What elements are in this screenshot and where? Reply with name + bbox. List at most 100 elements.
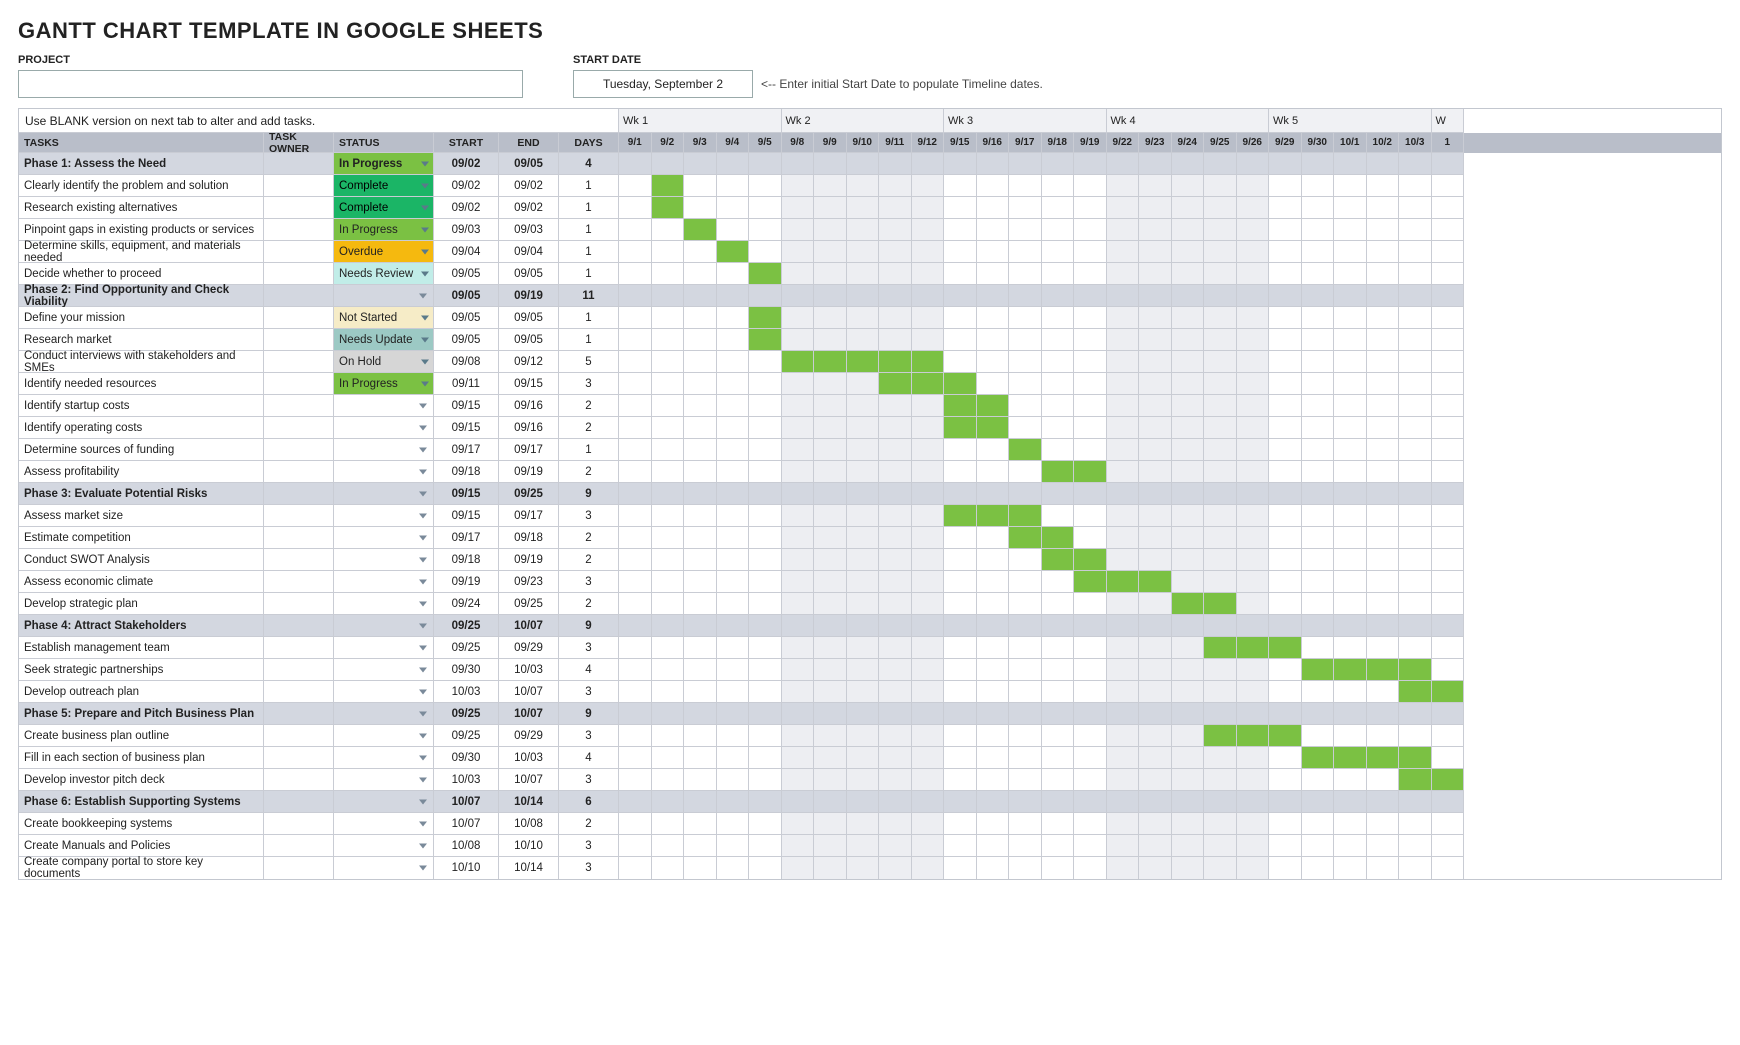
chevron-down-icon[interactable] xyxy=(419,491,427,496)
task-cell[interactable]: Establish management team xyxy=(19,637,264,659)
status-cell[interactable]: Needs Update xyxy=(334,329,434,351)
start-cell[interactable]: 09/15 xyxy=(434,395,499,417)
days-cell[interactable]: 1 xyxy=(559,307,619,329)
end-cell[interactable]: 09/15 xyxy=(499,373,559,395)
end-cell[interactable]: 09/16 xyxy=(499,395,559,417)
end-cell[interactable]: 09/05 xyxy=(499,329,559,351)
task-cell[interactable]: Conduct interviews with stakeholders and… xyxy=(19,351,264,373)
end-cell[interactable]: 09/29 xyxy=(499,725,559,747)
end-cell[interactable]: 09/05 xyxy=(499,153,559,175)
status-dropdown[interactable]: In Progress xyxy=(334,373,433,394)
task-cell[interactable]: Determine sources of funding xyxy=(19,439,264,461)
status-cell[interactable] xyxy=(334,637,434,659)
status-cell[interactable]: In Progress xyxy=(334,373,434,395)
start-cell[interactable]: 09/25 xyxy=(434,615,499,637)
days-cell[interactable]: 1 xyxy=(559,329,619,351)
owner-cell[interactable] xyxy=(264,725,334,747)
days-cell[interactable]: 1 xyxy=(559,219,619,241)
days-cell[interactable]: 9 xyxy=(559,615,619,637)
days-cell[interactable]: 3 xyxy=(559,857,619,879)
status-dropdown[interactable]: Complete xyxy=(334,175,433,196)
days-cell[interactable]: 3 xyxy=(559,637,619,659)
owner-cell[interactable] xyxy=(264,285,334,307)
owner-cell[interactable] xyxy=(264,329,334,351)
days-cell[interactable]: 1 xyxy=(559,263,619,285)
end-cell[interactable]: 10/14 xyxy=(499,857,559,879)
owner-cell[interactable] xyxy=(264,417,334,439)
status-cell[interactable]: Complete xyxy=(334,175,434,197)
start-cell[interactable]: 09/05 xyxy=(434,329,499,351)
owner-cell[interactable] xyxy=(264,263,334,285)
end-cell[interactable]: 09/19 xyxy=(499,285,559,307)
status-dropdown[interactable]: Needs Update xyxy=(334,329,433,350)
end-cell[interactable]: 10/03 xyxy=(499,747,559,769)
days-cell[interactable]: 3 xyxy=(559,571,619,593)
task-cell[interactable]: Create Manuals and Policies xyxy=(19,835,264,857)
task-cell[interactable]: Phase 4: Attract Stakeholders xyxy=(19,615,264,637)
end-cell[interactable]: 09/04 xyxy=(499,241,559,263)
start-cell[interactable]: 09/25 xyxy=(434,725,499,747)
owner-cell[interactable] xyxy=(264,197,334,219)
task-cell[interactable]: Decide whether to proceed xyxy=(19,263,264,285)
task-cell[interactable]: Phase 3: Evaluate Potential Risks xyxy=(19,483,264,505)
task-cell[interactable]: Fill in each section of business plan xyxy=(19,747,264,769)
chevron-down-icon[interactable] xyxy=(419,425,427,430)
days-cell[interactable]: 4 xyxy=(559,659,619,681)
start-cell[interactable]: 09/18 xyxy=(434,461,499,483)
end-cell[interactable]: 09/05 xyxy=(499,263,559,285)
owner-cell[interactable] xyxy=(264,593,334,615)
start-cell[interactable]: 10/03 xyxy=(434,681,499,703)
chevron-down-icon[interactable] xyxy=(419,293,427,298)
end-cell[interactable]: 09/05 xyxy=(499,307,559,329)
days-cell[interactable]: 3 xyxy=(559,681,619,703)
chevron-down-icon[interactable] xyxy=(419,777,427,782)
chevron-down-icon[interactable] xyxy=(419,733,427,738)
start-cell[interactable]: 09/11 xyxy=(434,373,499,395)
days-cell[interactable]: 5 xyxy=(559,351,619,373)
chevron-down-icon[interactable] xyxy=(419,866,427,871)
task-cell[interactable]: Develop outreach plan xyxy=(19,681,264,703)
task-cell[interactable]: Seek strategic partnerships xyxy=(19,659,264,681)
status-cell[interactable] xyxy=(334,395,434,417)
status-cell[interactable] xyxy=(334,615,434,637)
end-cell[interactable]: 09/02 xyxy=(499,197,559,219)
start-cell[interactable]: 09/04 xyxy=(434,241,499,263)
status-cell[interactable]: In Progress xyxy=(334,219,434,241)
chevron-down-icon[interactable] xyxy=(419,821,427,826)
days-cell[interactable]: 3 xyxy=(559,725,619,747)
task-cell[interactable]: Determine skills, equipment, and materia… xyxy=(19,241,264,263)
owner-cell[interactable] xyxy=(264,505,334,527)
days-cell[interactable]: 4 xyxy=(559,153,619,175)
end-cell[interactable]: 09/03 xyxy=(499,219,559,241)
owner-cell[interactable] xyxy=(264,483,334,505)
chevron-down-icon[interactable] xyxy=(419,689,427,694)
days-cell[interactable]: 1 xyxy=(559,439,619,461)
start-cell[interactable]: 09/08 xyxy=(434,351,499,373)
status-dropdown[interactable]: On Hold xyxy=(334,351,433,372)
task-cell[interactable]: Research existing alternatives xyxy=(19,197,264,219)
owner-cell[interactable] xyxy=(264,703,334,725)
status-cell[interactable] xyxy=(334,505,434,527)
chevron-down-icon[interactable] xyxy=(419,535,427,540)
start-cell[interactable]: 09/17 xyxy=(434,527,499,549)
status-cell[interactable] xyxy=(334,857,434,879)
end-cell[interactable]: 10/03 xyxy=(499,659,559,681)
status-cell[interactable]: On Hold xyxy=(334,351,434,373)
task-cell[interactable]: Conduct SWOT Analysis xyxy=(19,549,264,571)
days-cell[interactable]: 11 xyxy=(559,285,619,307)
owner-cell[interactable] xyxy=(264,527,334,549)
status-cell[interactable] xyxy=(334,747,434,769)
start-cell[interactable]: 09/17 xyxy=(434,439,499,461)
days-cell[interactable]: 1 xyxy=(559,175,619,197)
start-cell[interactable]: 10/03 xyxy=(434,769,499,791)
start-date-input[interactable]: Tuesday, September 2 xyxy=(573,70,753,98)
start-cell[interactable]: 09/30 xyxy=(434,747,499,769)
start-cell[interactable]: 09/25 xyxy=(434,703,499,725)
task-cell[interactable]: Phase 2: Find Opportunity and Check Viab… xyxy=(19,285,264,307)
owner-cell[interactable] xyxy=(264,769,334,791)
status-cell[interactable] xyxy=(334,461,434,483)
chevron-down-icon[interactable] xyxy=(419,667,427,672)
end-cell[interactable]: 10/10 xyxy=(499,835,559,857)
start-cell[interactable]: 10/08 xyxy=(434,835,499,857)
status-cell[interactable] xyxy=(334,483,434,505)
